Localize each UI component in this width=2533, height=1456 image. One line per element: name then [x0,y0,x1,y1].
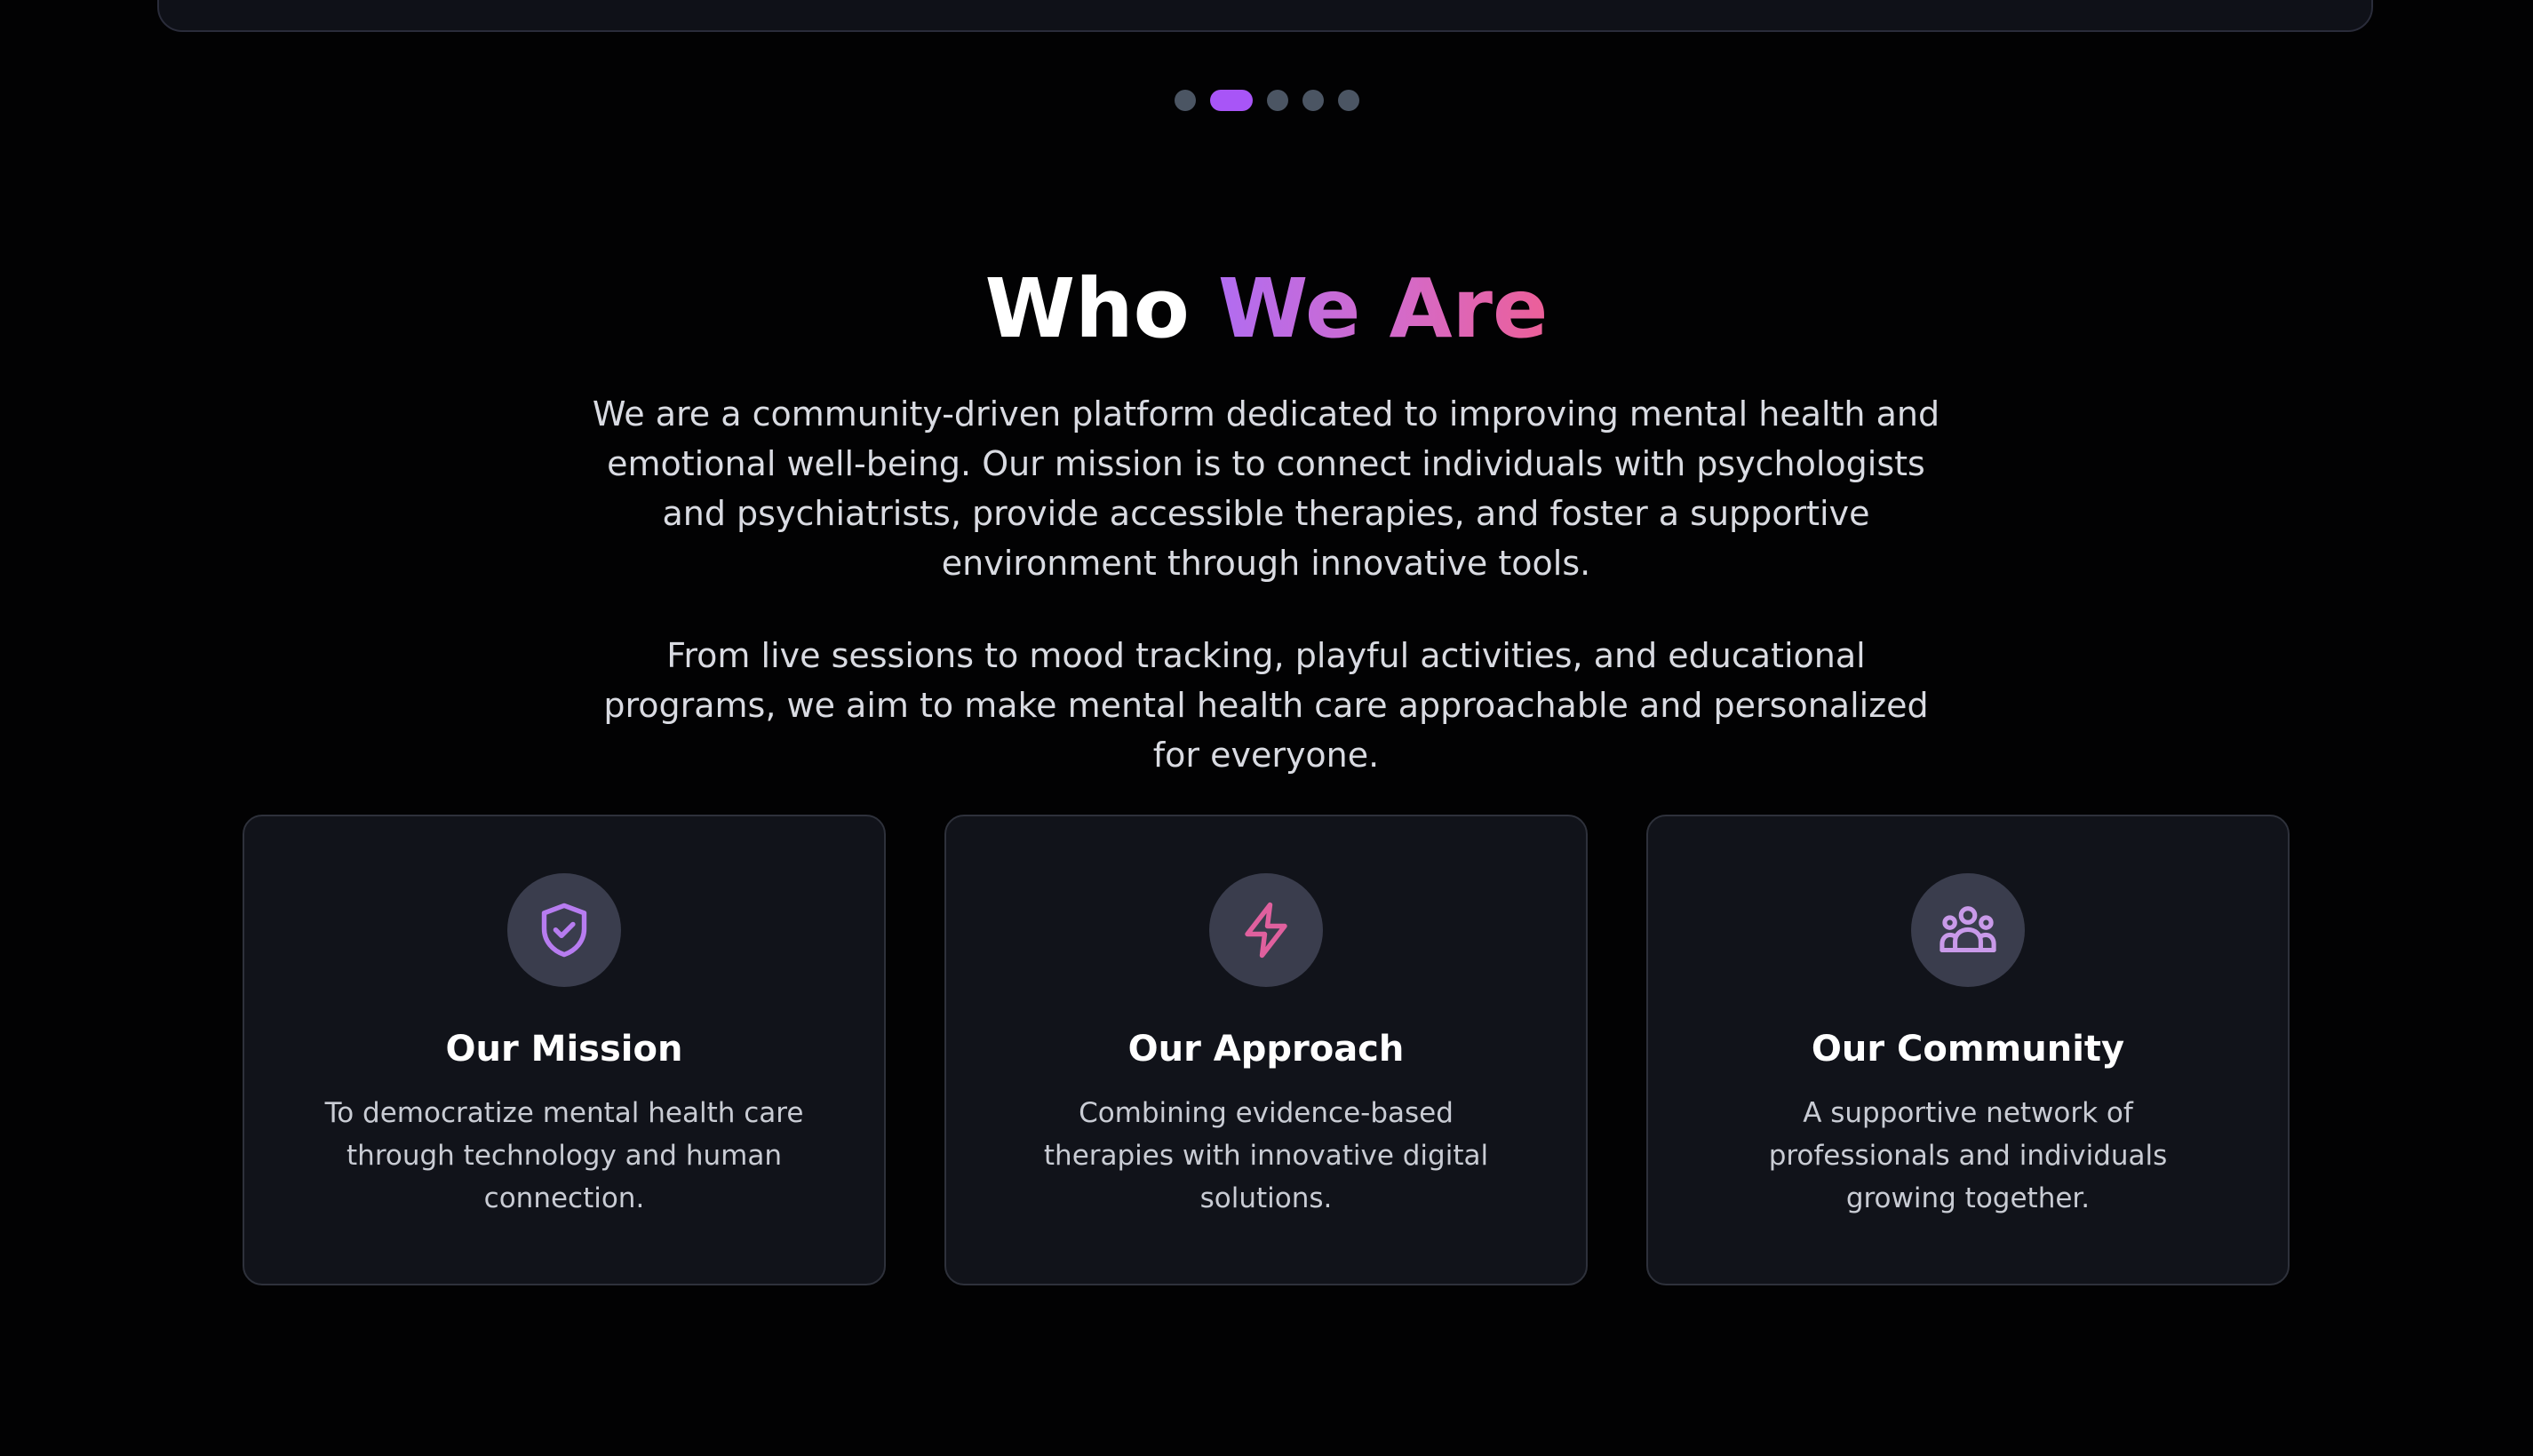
card-community: Our Community A supportive network of pr… [1646,815,2290,1285]
heading-accent-text: We Are [1217,261,1549,356]
card-description: To democratize mental health care throug… [324,1097,804,1214]
card-title: Our Mission [445,1029,683,1070]
users-group-icon [1911,873,2025,987]
section-heading: Who We Are [0,253,2533,364]
carousel-dot-1[interactable] [1174,90,1196,111]
carousel-indicators [0,90,2533,111]
carousel-dot-4[interactable] [1302,90,1324,111]
card-approach: Our Approach Combining evidence-based th… [944,815,1588,1285]
heading-plain-text: Who [984,261,1190,356]
card-title: Our Community [1811,1029,2125,1070]
page: Who We Are We are a community-driven pla… [0,0,2533,1456]
feature-cards: Our Mission To democratize mental health… [243,815,2290,1285]
lightning-bolt-icon [1209,873,1323,987]
card-description: Combining evidence-based therapies with … [1043,1097,1489,1214]
carousel-dot-5[interactable] [1337,90,1359,111]
intro-paragraph-1: We are a community-driven platform dedic… [592,394,1940,583]
carousel-dot-2-active[interactable] [1209,90,1253,111]
intro-paragraph-2: From live sessions to mood tracking, pla… [603,636,1929,775]
carousel-slide-frame [157,0,2373,32]
carousel-dot-3[interactable] [1266,90,1288,111]
shield-check-icon [507,873,621,987]
card-mission: Our Mission To democratize mental health… [243,815,886,1285]
card-title: Our Approach [1127,1029,1405,1070]
card-description: A supportive network of professionals an… [1768,1097,2168,1214]
